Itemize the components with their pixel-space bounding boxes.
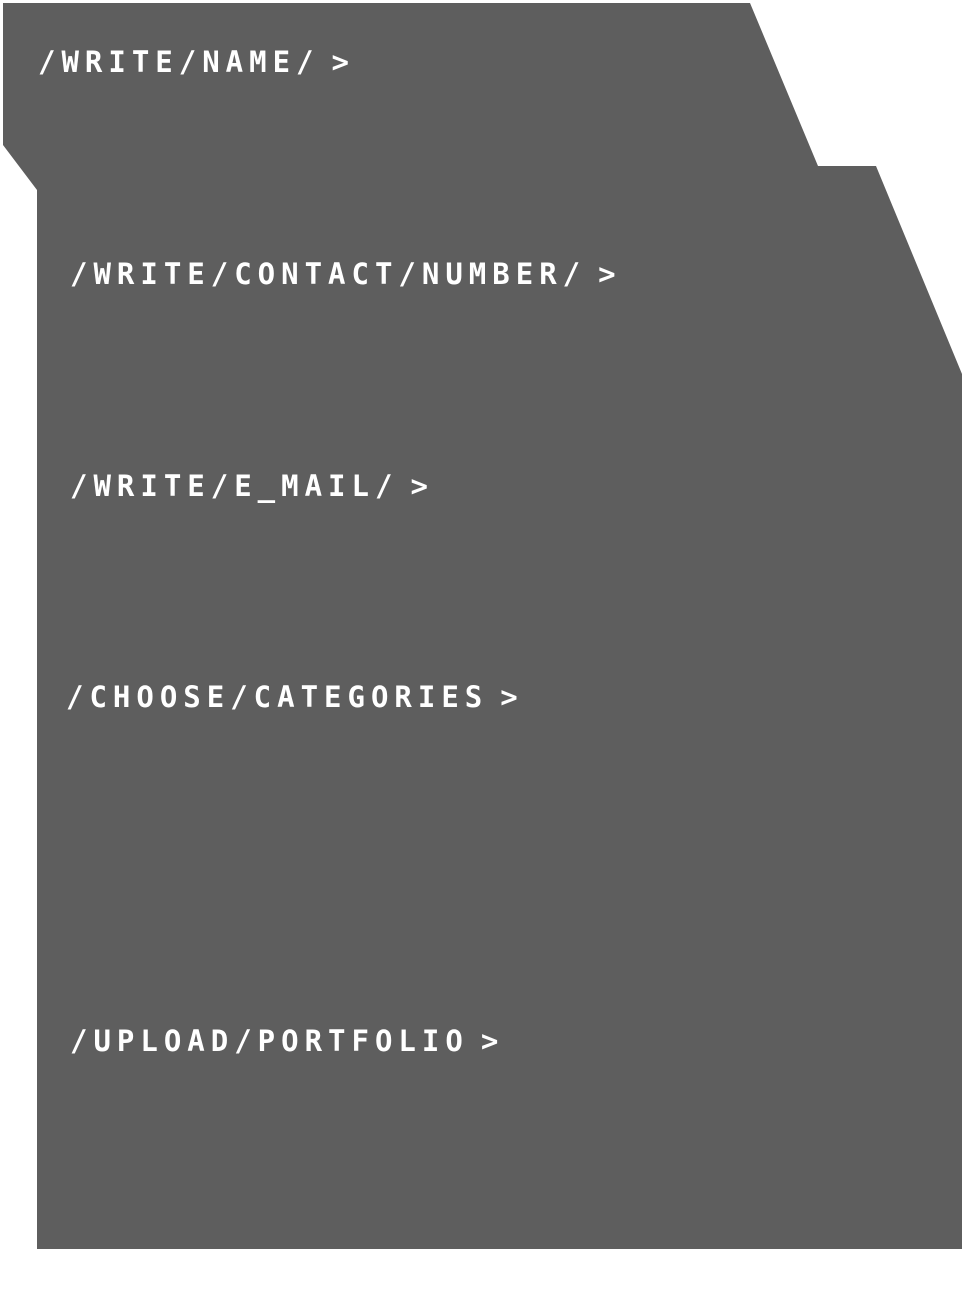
chevron-right-icon: >	[500, 680, 524, 714]
chevron-right-icon: >	[331, 45, 355, 79]
form-panel	[3, 3, 962, 1249]
chevron-right-icon: >	[598, 257, 622, 291]
name-input[interactable]: /WRITE/NAME/ >	[38, 48, 355, 77]
name-input-label: /WRITE/NAME/	[38, 45, 320, 79]
contact-number-input-label: /WRITE/CONTACT/NUMBER/	[70, 257, 587, 291]
form-panel-background	[3, 3, 962, 1249]
chevron-right-icon: >	[480, 1024, 505, 1058]
portfolio-upload-button[interactable]: /UPLOAD/PORTFOLIO >	[70, 1027, 504, 1056]
email-input[interactable]: /WRITE/E_MAIL/ >	[70, 472, 434, 501]
portfolio-upload-label: /UPLOAD/PORTFOLIO	[70, 1024, 469, 1058]
email-input-label: /WRITE/E_MAIL/	[70, 469, 399, 503]
contact-number-input[interactable]: /WRITE/CONTACT/NUMBER/ >	[70, 260, 622, 289]
chevron-right-icon: >	[410, 469, 434, 503]
categories-select[interactable]: /CHOOSE/CATEGORIES >	[66, 683, 524, 712]
categories-select-label: /CHOOSE/CATEGORIES	[66, 680, 489, 714]
